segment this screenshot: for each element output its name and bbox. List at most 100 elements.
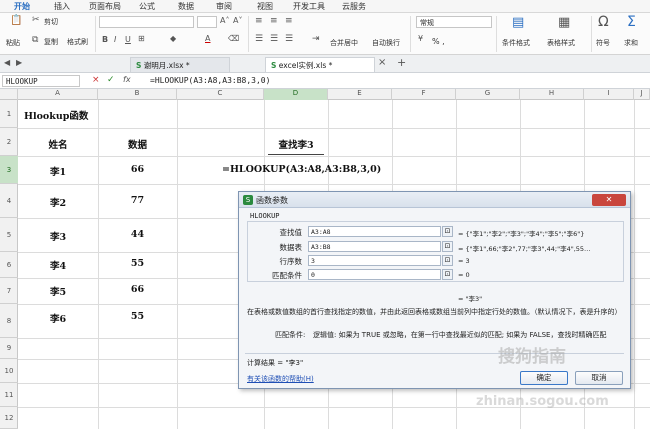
cell-name-header[interactable]: 姓名: [18, 137, 98, 151]
table-array-input[interactable]: A3:B8: [308, 241, 441, 252]
cell-c3-formula[interactable]: =HLOOKUP(A3:A8,A3:B8,3,0): [222, 164, 381, 175]
paste-icon[interactable]: 📋: [10, 15, 22, 26]
sum-button[interactable]: 求和: [624, 38, 638, 48]
tab-data[interactable]: 数据: [178, 1, 194, 12]
table-style-button[interactable]: 表格样式: [547, 38, 575, 48]
cell-data-header[interactable]: 数据: [98, 137, 177, 151]
column-header[interactable]: J: [634, 89, 650, 100]
cell-name[interactable]: 李5: [18, 284, 98, 298]
fill-color-icon[interactable]: ◆: [170, 34, 176, 43]
row-header[interactable]: 11: [0, 383, 18, 407]
nav-back-icon[interactable]: ◀: [4, 58, 10, 67]
percent-comma-buttons[interactable]: % ,: [432, 37, 445, 46]
cell-value[interactable]: 66: [98, 164, 177, 175]
align-right-icon[interactable]: ☰: [285, 34, 293, 44]
tab-home[interactable]: 开始: [14, 1, 30, 12]
row-header[interactable]: 2: [0, 128, 18, 156]
close-icon[interactable]: ✕: [592, 194, 626, 206]
symbol-button[interactable]: 符号: [596, 38, 610, 48]
sigma-icon[interactable]: Σ: [627, 14, 636, 30]
lookup-value-input[interactable]: A3:A8: [308, 226, 441, 237]
tab-formulas[interactable]: 公式: [139, 1, 155, 12]
tab-review[interactable]: 审阅: [216, 1, 232, 12]
range-picker-icon[interactable]: ⊡: [442, 269, 453, 280]
row-header[interactable]: 8: [0, 304, 18, 338]
cell-value[interactable]: 66: [98, 284, 177, 295]
row-header[interactable]: 7: [0, 278, 18, 304]
cell-value[interactable]: 55: [98, 311, 177, 322]
align-middle-icon[interactable]: ≡: [270, 16, 278, 26]
cell-name[interactable]: 李6: [18, 311, 98, 325]
clear-format-icon[interactable]: ⌫: [228, 34, 239, 43]
row-header[interactable]: 4: [0, 184, 18, 218]
formula-input[interactable]: =HLOOKUP(A3:A8,A3:B8,3,0): [150, 76, 270, 85]
confirm-icon[interactable]: ✓: [107, 75, 115, 85]
cut-button[interactable]: 剪切: [44, 17, 58, 27]
fx-icon[interactable]: fx: [123, 75, 131, 84]
align-bottom-icon[interactable]: ≡: [285, 16, 293, 26]
tab-page-layout[interactable]: 页面布局: [89, 1, 121, 12]
currency-icon[interactable]: ¥: [418, 34, 423, 43]
cell-name[interactable]: 李1: [18, 164, 98, 178]
select-all-corner[interactable]: [0, 89, 18, 100]
omega-icon[interactable]: Ω: [598, 14, 609, 30]
cell-name[interactable]: 李3: [18, 229, 98, 243]
font-shrink-icon[interactable]: A˅: [233, 16, 242, 25]
name-box[interactable]: HLOOKUP: [2, 75, 80, 87]
row-header[interactable]: 1: [0, 100, 18, 128]
format-painter-button[interactable]: 格式刷: [67, 37, 88, 47]
table-style-icon[interactable]: ▦: [558, 15, 570, 30]
bold-icon[interactable]: B: [102, 35, 108, 44]
cancel-icon[interactable]: ×: [92, 75, 100, 85]
cell-name[interactable]: 李4: [18, 258, 98, 272]
merge-center-button[interactable]: 合并居中: [330, 38, 358, 48]
cell-value[interactable]: 55: [98, 258, 177, 269]
font-name-dropdown[interactable]: [99, 16, 194, 28]
cell-name[interactable]: 李2: [18, 195, 98, 209]
column-header[interactable]: H: [520, 89, 584, 100]
ok-button[interactable]: 确定: [520, 371, 568, 385]
paste-button[interactable]: 粘贴: [6, 38, 20, 48]
column-header[interactable]: A: [18, 89, 98, 100]
conditional-format-icon[interactable]: ▤: [512, 15, 524, 30]
column-header[interactable]: G: [456, 89, 520, 100]
tab-developer[interactable]: 开发工具: [293, 1, 325, 12]
help-link[interactable]: 有关该函数的帮助(H): [247, 374, 314, 384]
column-header[interactable]: D: [264, 89, 328, 100]
range-picker-icon[interactable]: ⊡: [442, 255, 453, 266]
copy-icon[interactable]: ⧉: [32, 35, 38, 45]
font-color-icon[interactable]: A: [205, 34, 210, 43]
tab-cloud[interactable]: 云服务: [342, 1, 366, 12]
row-header[interactable]: 5: [0, 218, 18, 252]
dialog-title-bar[interactable]: S 函数参数 ✕: [239, 192, 630, 208]
nav-forward-icon[interactable]: ▶: [16, 58, 22, 67]
doc-tab[interactable]: S 谢明月.xlsx *: [130, 57, 230, 72]
tab-view[interactable]: 视图: [257, 1, 273, 12]
column-header[interactable]: E: [328, 89, 392, 100]
range-picker-icon[interactable]: ⊡: [442, 226, 453, 237]
close-tab-icon[interactable]: ×: [378, 57, 386, 68]
row-header[interactable]: 10: [0, 359, 18, 383]
align-left-icon[interactable]: ☰: [255, 34, 263, 44]
cell-find-header[interactable]: 查找李3: [264, 137, 328, 151]
align-top-icon[interactable]: ≡: [255, 16, 263, 26]
italic-icon[interactable]: I: [114, 35, 116, 44]
underline-icon[interactable]: U: [125, 35, 131, 44]
font-size-dropdown[interactable]: [197, 16, 217, 28]
column-header[interactable]: F: [392, 89, 456, 100]
row-header[interactable]: 9: [0, 338, 18, 359]
row-header[interactable]: 12: [0, 407, 18, 429]
row-header[interactable]: 3: [0, 156, 18, 184]
cell-a1-title[interactable]: Hlookup函数: [24, 108, 88, 122]
wrap-text-button[interactable]: 自动换行: [372, 38, 400, 48]
conditional-format-button[interactable]: 条件格式: [502, 38, 530, 48]
scissors-icon[interactable]: ✂: [32, 15, 40, 25]
indent-icon[interactable]: ⇥: [312, 34, 320, 44]
border-icon[interactable]: ⊞: [138, 34, 145, 43]
cell-value[interactable]: 44: [98, 229, 177, 240]
doc-tab-active[interactable]: S excel实例.xls *: [265, 57, 375, 72]
align-center-icon[interactable]: ☰: [270, 34, 278, 44]
font-grow-icon[interactable]: A˄: [220, 16, 229, 25]
column-header[interactable]: I: [584, 89, 634, 100]
range-lookup-input[interactable]: 0: [308, 269, 441, 280]
